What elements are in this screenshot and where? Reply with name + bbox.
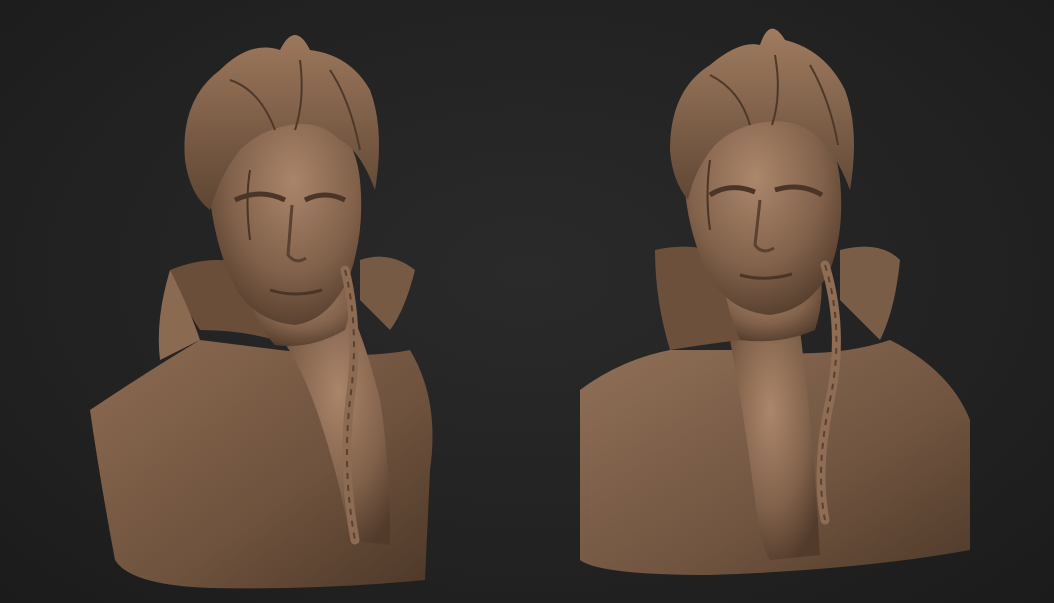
bust-right-image bbox=[580, 28, 970, 575]
bust-render-right bbox=[560, 0, 1000, 603]
bust-left-image bbox=[90, 35, 433, 589]
viewport bbox=[0, 0, 1054, 603]
bust-render-left bbox=[60, 0, 480, 603]
